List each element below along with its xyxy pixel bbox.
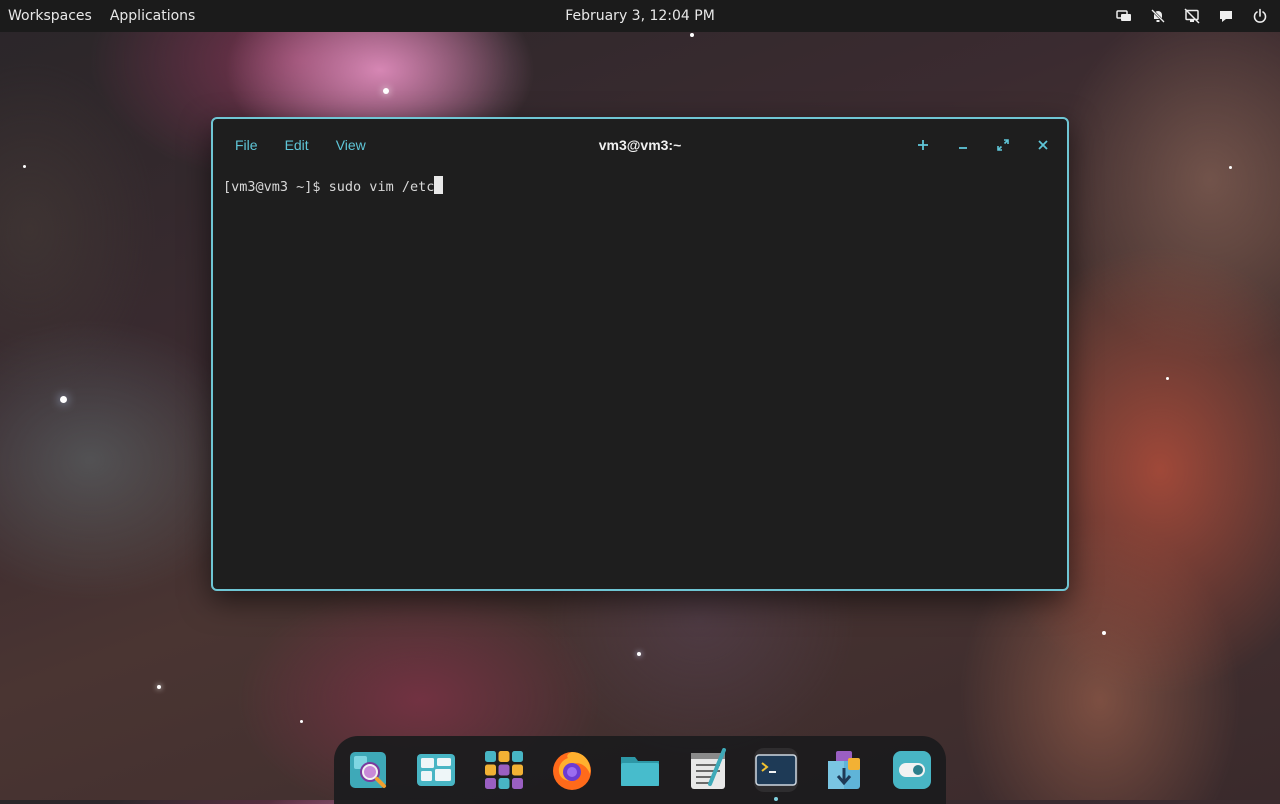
star [60, 396, 67, 403]
notifications-off-icon[interactable] [1148, 6, 1168, 26]
firefox-icon[interactable] [550, 748, 594, 792]
terminal-window[interactable]: vm3@vm3:~ File Edit View [vm3@vm3 ~]$ su… [211, 117, 1069, 591]
terminal-icon[interactable] [754, 748, 798, 801]
app-store-icon[interactable] [822, 748, 866, 792]
star [300, 720, 303, 723]
window-controls [913, 119, 1053, 171]
header-bar[interactable]: vm3@vm3:~ File Edit View [213, 119, 1067, 171]
system-tray [1114, 0, 1270, 32]
network-disconnected-icon[interactable] [1182, 6, 1202, 26]
star [690, 33, 694, 37]
applications-button[interactable]: Applications [110, 8, 196, 24]
workspaces-button[interactable]: Workspaces [8, 8, 92, 24]
star [23, 165, 26, 168]
dock [334, 736, 946, 804]
clock[interactable]: February 3, 12:04 PM [565, 8, 715, 24]
chat-icon[interactable] [1216, 6, 1236, 26]
minimize-icon[interactable] [953, 135, 973, 155]
text-cursor [434, 176, 444, 194]
new-tab-icon[interactable] [913, 135, 933, 155]
star [1229, 166, 1232, 169]
command-input[interactable]: sudo vim /etc [329, 179, 435, 195]
star [1166, 377, 1169, 380]
display-icon[interactable] [1114, 6, 1134, 26]
workspaces-app-icon[interactable] [414, 748, 458, 792]
settings-toggle-icon[interactable] [890, 748, 934, 792]
text-editor-icon[interactable] [686, 748, 730, 792]
close-icon[interactable] [1033, 135, 1053, 155]
star [1102, 631, 1106, 635]
shell-prompt: [vm3@vm3 ~]$ [223, 179, 329, 195]
star [383, 88, 389, 94]
menu-bar: File Edit View [235, 119, 366, 171]
app-grid-icon[interactable] [482, 748, 526, 792]
menu-view[interactable]: View [336, 137, 366, 153]
top-panel: Workspaces Applications February 3, 12:0… [0, 0, 1280, 32]
power-icon[interactable] [1250, 6, 1270, 26]
maximize-icon[interactable] [993, 135, 1013, 155]
running-indicator [774, 797, 778, 801]
menu-edit[interactable]: Edit [285, 137, 309, 153]
terminal-output[interactable]: [vm3@vm3 ~]$ sudo vim /etc [223, 176, 1057, 579]
menu-file[interactable]: File [235, 137, 258, 153]
star [157, 685, 161, 689]
star [637, 652, 641, 656]
search-app-icon[interactable] [346, 748, 390, 792]
files-icon[interactable] [618, 748, 662, 792]
